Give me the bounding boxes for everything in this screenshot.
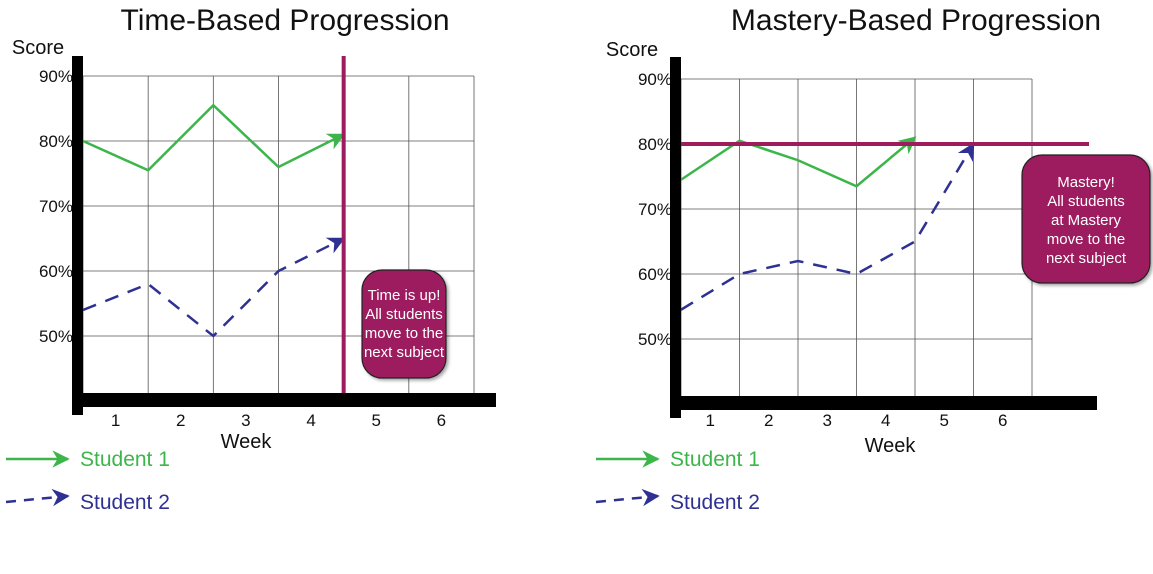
student-2-arrow-icon <box>595 488 660 507</box>
legend-student-1: Student 1 <box>80 448 170 471</box>
y-axis <box>670 57 681 418</box>
annotation-text: next subject <box>364 344 445 361</box>
x-tick-label: 5 <box>940 411 949 430</box>
annotation-text: move to the <box>365 325 443 342</box>
y-tick-label: 80% <box>638 135 672 154</box>
chart-title: Mastery-Based Progression <box>731 4 1101 37</box>
legend-student-2: Student 2 <box>670 491 760 514</box>
chart-figure: Time-Based Progression Score Week 90% 80%… <box>5 4 1151 514</box>
x-tick-label: 4 <box>881 411 890 430</box>
x-tick-label: 6 <box>437 411 446 430</box>
x-axis-label: Week <box>865 435 917 457</box>
x-tick-label: 1 <box>111 411 120 430</box>
y-tick-label: 90% <box>39 67 73 86</box>
legend-right: Student 1 Student 2 <box>595 448 760 514</box>
mastery-based-chart: Mastery-Based Progression Score Week 90%… <box>606 4 1151 457</box>
grid <box>680 78 1033 404</box>
x-tick-label: 6 <box>998 411 1007 430</box>
annotation-text: All students <box>1047 193 1125 210</box>
x-tick-label: 1 <box>706 411 715 430</box>
chart-title: Time-Based Progression <box>120 4 449 37</box>
y-tick-label: 60% <box>638 265 672 284</box>
x-tick-label: 2 <box>176 411 185 430</box>
y-tick-label: 60% <box>39 262 73 281</box>
x-tick-label: 5 <box>372 411 381 430</box>
x-axis <box>72 393 496 407</box>
x-tick-label: 4 <box>306 411 315 430</box>
x-tick-label: 2 <box>764 411 773 430</box>
legend-left: Student 1 Student 2 <box>5 448 170 514</box>
annotation-text: Mastery! <box>1057 174 1115 191</box>
time-based-chart: Time-Based Progression Score Week 90% 80%… <box>12 4 496 453</box>
annotation-text: Time is up! <box>368 287 441 304</box>
annotation-text: next subject <box>1046 250 1127 267</box>
y-tick-label: 70% <box>39 197 73 216</box>
x-tick-label: 3 <box>241 411 250 430</box>
student-2-arrow-icon <box>5 488 70 507</box>
y-tick-label: 70% <box>638 200 672 219</box>
x-axis <box>670 396 1097 410</box>
y-axis-label: Score <box>12 37 64 59</box>
y-tick-label: 90% <box>638 70 672 89</box>
x-axis-label: Week <box>221 431 273 453</box>
annotation-text: move to the <box>1047 231 1125 248</box>
legend-student-1: Student 1 <box>670 448 760 471</box>
y-axis <box>72 56 83 415</box>
annotation-text: All students <box>365 306 443 323</box>
y-tick-label: 80% <box>39 132 73 151</box>
legend-student-2: Student 2 <box>80 491 170 514</box>
annotation-text: at Mastery <box>1051 212 1122 229</box>
y-axis-label: Score <box>606 39 658 61</box>
student-2-line <box>680 142 975 311</box>
y-tick-label: 50% <box>638 330 672 349</box>
y-tick-label: 50% <box>39 327 73 346</box>
x-tick-label: 3 <box>823 411 832 430</box>
